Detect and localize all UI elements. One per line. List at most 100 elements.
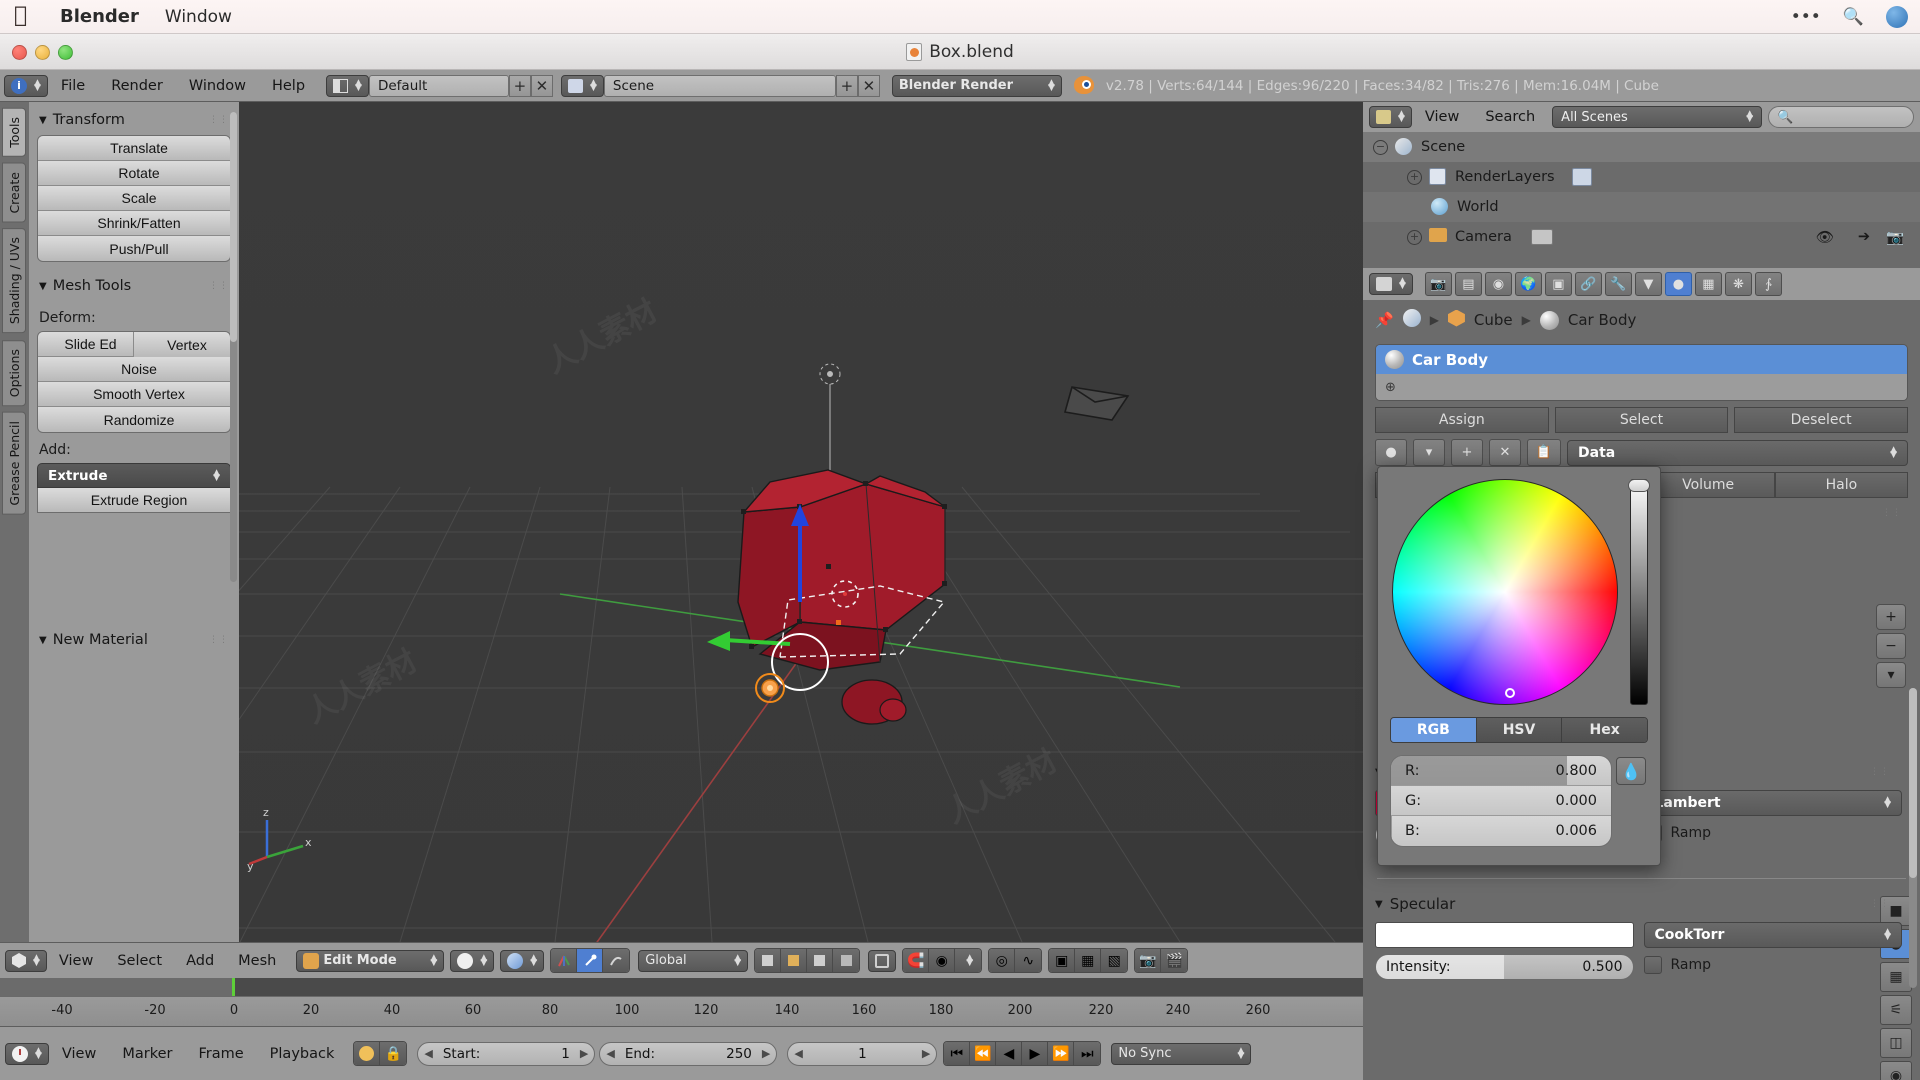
object-tab-icon[interactable]: ▣	[1544, 272, 1572, 296]
avatar[interactable]	[1886, 6, 1908, 28]
viewport-menu-view[interactable]: View	[47, 953, 105, 969]
datablock-type-select[interactable]: Data ▲ ▼	[1567, 439, 1908, 466]
edge-select-icon[interactable]	[577, 949, 604, 972]
menubar-ellipsis-icon[interactable]: •••	[1791, 7, 1821, 27]
hair-preview-icon[interactable]: ⚟	[1880, 995, 1912, 1025]
outliner-search-input[interactable]: 🔍	[1768, 106, 1914, 128]
extrude-region-button[interactable]: Extrude Region	[37, 488, 231, 513]
play-reverse-icon[interactable]: ◀	[996, 1042, 1023, 1065]
play-icon[interactable]: ▶	[1022, 1042, 1049, 1065]
toolshelf-scrollbar[interactable]	[230, 112, 237, 582]
viewport-menu-select[interactable]: Select	[105, 953, 174, 969]
occlude-geometry-icon[interactable]: ▦	[1075, 949, 1102, 972]
color-wheel-cursor[interactable]	[1505, 688, 1515, 698]
render-tab-icon[interactable]: 📷	[1424, 272, 1452, 296]
scene-tab-icon[interactable]: ◉	[1484, 272, 1512, 296]
hidden-wire-icon[interactable]: ▧	[1101, 949, 1128, 972]
scale-button[interactable]: Scale	[38, 186, 230, 211]
pin-icon[interactable]: 📌	[1375, 311, 1394, 329]
remove-scene-button[interactable]: ✕	[857, 74, 880, 97]
expand-icon[interactable]: +	[1407, 229, 1422, 245]
snap-target-icon[interactable]: ◉	[929, 949, 956, 972]
add-new-icon[interactable]: +	[1451, 439, 1483, 466]
viewport-menu-mesh[interactable]: Mesh	[226, 953, 288, 969]
smooth-vertex-button[interactable]: Smooth Vertex	[38, 382, 230, 407]
outliner-row-camera[interactable]: + Camera 👁 ➔ 📷	[1363, 222, 1920, 252]
value-slider-knob[interactable]	[1628, 479, 1650, 492]
tab-hex[interactable]: Hex	[1562, 718, 1647, 742]
properties-scrollbar[interactable]	[1909, 688, 1917, 988]
snap-options-icon[interactable]	[868, 949, 897, 972]
sidebar-item-grease-pencil[interactable]: Grease Pencil	[2, 411, 26, 515]
camera-data-icon[interactable]	[1530, 229, 1553, 245]
render-icon[interactable]: 📷	[1886, 229, 1904, 246]
snap-dropdown-icon[interactable]: ▲ ▼	[955, 949, 982, 972]
increment-icon[interactable]: ▶	[762, 1047, 770, 1060]
renderlayers-tab-icon[interactable]: ▤	[1454, 272, 1482, 296]
randomize-button[interactable]: Randomize	[38, 407, 230, 432]
pivot-active-icon[interactable]	[833, 949, 860, 972]
renderlayer-badge-icon[interactable]	[1571, 168, 1592, 186]
menu-help[interactable]: Help	[259, 78, 318, 94]
particles-tab-icon[interactable]: ❋	[1724, 272, 1752, 296]
physics-tab-icon[interactable]: ∱	[1754, 272, 1782, 296]
monkey-preview-icon[interactable]: ◉	[1880, 1061, 1912, 1080]
solid-shading-icon[interactable]: ▲ ▼	[450, 949, 495, 972]
extrude-dropdown[interactable]: Extrude ▲ ▼	[37, 463, 231, 488]
decrement-icon[interactable]: ◀	[424, 1047, 432, 1060]
material-slot-empty[interactable]: ⊕	[1376, 374, 1907, 400]
apple-logo-icon[interactable]: 	[14, 4, 34, 28]
channel-r[interactable]: R: 0.800	[1391, 756, 1611, 786]
tab-hsv[interactable]: HSV	[1476, 718, 1563, 742]
scene-overlay-icon[interactable]: ▲ ▼	[500, 949, 545, 972]
start-frame-field[interactable]: ◀ Start: 1 ▶	[417, 1041, 596, 1066]
sheet-preview-icon[interactable]: ◫	[1880, 1028, 1912, 1058]
surface-type-volume[interactable]: Volume	[1641, 472, 1775, 498]
outliner-editor-icon[interactable]: ▲ ▼	[1369, 106, 1412, 128]
channel-g[interactable]: G: 0.000	[1391, 786, 1611, 816]
magnet-icon[interactable]: 🧲	[903, 949, 930, 972]
add-material-slot-button[interactable]: +	[1876, 604, 1906, 630]
copy-icon[interactable]: 📋	[1527, 439, 1561, 466]
specular-ramp-checkbox[interactable]	[1643, 956, 1662, 974]
panel-header-specular[interactable]: ▼ Specular ⋮⋮	[1363, 885, 1920, 916]
noise-button[interactable]: Noise	[38, 357, 230, 382]
tab-rgb[interactable]: RGB	[1391, 718, 1477, 742]
material-specials-button[interactable]: ▾	[1876, 662, 1906, 688]
current-frame-field[interactable]: ◀ 1 ▶	[787, 1041, 938, 1066]
timeline-editor-icon[interactable]: ▲ ▼	[5, 1042, 49, 1065]
timeline-scale[interactable]: -40 -20 0 20 40 60 80 100 120 140 160 180 200 220 240 2…	[0, 996, 1363, 1026]
vertex-select-icon[interactable]	[551, 949, 578, 972]
end-frame-field[interactable]: ◀ End: 250 ▶	[599, 1041, 778, 1066]
menu-render[interactable]: Render	[98, 78, 176, 94]
proportional-falloff-icon[interactable]: ∿	[1015, 949, 1042, 972]
sidebar-item-create[interactable]: Create	[2, 162, 26, 223]
screen-layout-icon[interactable]: ▲ ▼	[326, 74, 369, 97]
texture-tab-icon[interactable]: ▦	[1694, 272, 1722, 296]
3d-view-editor-icon[interactable]: ▲ ▼	[5, 949, 47, 972]
specular-intensity-field[interactable]: Intensity: 0.500	[1375, 954, 1634, 980]
pivot-cursor-icon[interactable]	[781, 949, 808, 972]
limit-selection-icon[interactable]: ▣	[1049, 949, 1076, 972]
render-anim-icon[interactable]: 🎬	[1161, 949, 1188, 972]
outliner-row-scene[interactable]: − Scene	[1363, 132, 1920, 162]
shrink-fatten-button[interactable]: Shrink/Fatten	[38, 211, 230, 236]
outliner-row-world[interactable]: World	[1363, 192, 1920, 222]
scene-icon[interactable]: ▲ ▼	[560, 74, 604, 97]
pivot-median-icon[interactable]	[755, 949, 782, 972]
interaction-mode-select[interactable]: Edit Mode ▲ ▼	[296, 949, 445, 972]
menubar-window-menu[interactable]: Window	[165, 7, 232, 27]
material-slot-list[interactable]: Car Body ⊕	[1375, 344, 1908, 401]
color-picker-popup[interactable]: RGB HSV Hex R: 0.800 G: 0.000 B: 0.006 💧	[1377, 466, 1661, 866]
search-icon[interactable]: 🔍	[1843, 7, 1864, 27]
menu-file[interactable]: File	[48, 78, 98, 94]
panel-header-transform[interactable]: ▼ Transform ⋮⋮	[37, 108, 231, 135]
outliner-menu-search[interactable]: Search	[1472, 109, 1548, 125]
timeline-menu-frame[interactable]: Frame	[185, 1046, 256, 1062]
vertex-slide-button[interactable]: Vertex	[134, 332, 230, 357]
remove-material-slot-button[interactable]: −	[1876, 633, 1906, 659]
next-keyframe-icon[interactable]: ⏩	[1048, 1042, 1075, 1065]
rotate-button[interactable]: Rotate	[38, 161, 230, 186]
record-icon[interactable]	[354, 1042, 381, 1065]
color-wheel[interactable]	[1392, 479, 1618, 705]
